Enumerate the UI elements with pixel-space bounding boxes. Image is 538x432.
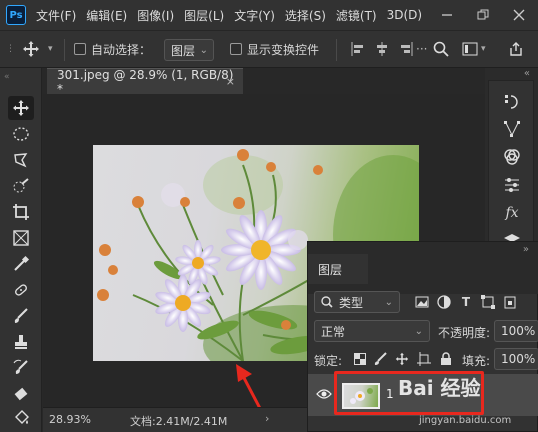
filter-kind-value: 类型 <box>339 295 364 310</box>
minimize-icon[interactable] <box>430 0 464 30</box>
frame-tool-icon[interactable] <box>8 226 34 250</box>
options-bar: ⋮ ▾ 自动选择： 图层 ⌄ 显示变换控件 ··· ▾ <box>0 30 538 68</box>
filter-type-icon[interactable]: T <box>458 294 474 310</box>
collapse-chevron-icon[interactable]: » <box>523 244 529 255</box>
divider <box>64 39 65 61</box>
show-transform-checkbox[interactable]: 显示变换控件 <box>230 31 319 67</box>
watermark-url: jingyan.baidu.com <box>419 415 512 426</box>
align-center-icon[interactable] <box>374 31 390 67</box>
brush-icon[interactable] <box>8 304 34 328</box>
elliptical-marquee-icon[interactable] <box>8 122 34 146</box>
blend-mode-dropdown[interactable]: 正常 ⌄ <box>314 320 430 342</box>
opacity-value: 100% <box>501 324 536 338</box>
auto-select-target-value: 图层 <box>171 43 196 58</box>
filter-pixel-icon[interactable] <box>414 294 430 310</box>
move-tool-icon[interactable] <box>8 96 34 120</box>
layer-filter-dropdown[interactable]: 类型 ⌄ <box>314 291 400 313</box>
fill-label: 填充: <box>462 354 491 368</box>
lock-all-icon[interactable] <box>438 351 454 367</box>
menu-image[interactable]: 图像(I) <box>137 7 174 24</box>
healing-brush-icon[interactable] <box>8 278 34 302</box>
more-options-icon[interactable]: ··· <box>416 31 427 67</box>
align-right-icon[interactable] <box>398 31 414 67</box>
menu-type[interactable]: 文字(Y) <box>234 7 275 24</box>
restore-icon[interactable] <box>466 0 500 30</box>
visibility-eye-icon[interactable] <box>316 388 332 403</box>
divider <box>336 39 337 61</box>
chevron-down-icon: ⌄ <box>199 44 208 56</box>
chevron-down-icon: ⌄ <box>384 296 393 308</box>
options-grip: ⋮ <box>6 44 15 54</box>
menu-file[interactable]: 文件(F) <box>36 7 76 24</box>
menu-3d[interactable]: 3D(D) <box>387 8 422 22</box>
lock-label: 锁定: <box>314 354 343 368</box>
eraser-icon[interactable] <box>8 382 34 406</box>
lock-transparent-icon[interactable] <box>352 351 368 367</box>
menu-select[interactable]: 选择(S) <box>285 7 326 24</box>
share-icon[interactable] <box>508 31 524 67</box>
close-tab-icon[interactable]: × <box>226 75 235 88</box>
clone-stamp-icon[interactable] <box>8 330 34 354</box>
preset-chevron-icon[interactable]: ▾ <box>48 31 53 67</box>
menu-bar: Ps 文件(F) 编辑(E) 图像(I) 图层(L) 文字(Y) 选择(S) 滤… <box>0 0 538 30</box>
document-size: 文档:2.41M/2.41M <box>130 415 228 428</box>
document-tab-bar: 301.jpeg @ 28.9% (1, RGB/8) * × <box>43 67 485 96</box>
collapse-chevron-icon[interactable]: « <box>4 72 10 82</box>
search-icon <box>321 296 333 308</box>
opacity-label: 不透明度: <box>438 326 491 340</box>
layers-panel-header: 图层 » <box>308 242 538 294</box>
paint-bucket-icon[interactable] <box>8 406 34 430</box>
align-left-icon[interactable] <box>350 31 366 67</box>
history-brush-icon[interactable] <box>8 356 34 380</box>
color-panel-icon[interactable] <box>500 145 524 169</box>
tools-panel: « <box>0 68 42 432</box>
filter-smart-object-icon[interactable] <box>502 294 518 310</box>
lock-artboard-icon[interactable] <box>416 351 432 367</box>
photoshop-logo: Ps <box>6 5 26 25</box>
paths-panel-icon[interactable] <box>500 117 524 141</box>
menu-layer[interactable]: 图层(L) <box>184 7 224 24</box>
show-transform-check-box[interactable] <box>230 43 242 55</box>
opacity-field[interactable]: 100% <box>494 320 538 342</box>
history-panel-icon[interactable] <box>500 89 524 113</box>
chevron-down-icon: ⌄ <box>414 325 423 337</box>
fill-field[interactable]: 100% <box>494 348 538 370</box>
filter-shape-icon[interactable] <box>480 294 496 310</box>
close-window-icon[interactable] <box>502 0 536 30</box>
search-icon[interactable] <box>433 31 449 67</box>
auto-select-target-dropdown[interactable]: 图层 ⌄ <box>164 39 214 61</box>
move-tool-preset-icon[interactable] <box>22 31 40 67</box>
crop-icon[interactable] <box>8 200 34 224</box>
show-transform-label: 显示变换控件 <box>247 42 320 57</box>
auto-select-checkbox[interactable]: 自动选择： <box>74 31 151 67</box>
fill-value: 100% <box>501 352 536 366</box>
zoom-level[interactable]: 28.93% <box>49 413 91 426</box>
lock-position-icon[interactable] <box>394 351 410 367</box>
workspace-icon[interactable]: ▾ <box>462 31 486 67</box>
filter-adjustment-icon[interactable] <box>436 294 452 310</box>
menu-filter[interactable]: 滤镜(T) <box>336 7 377 24</box>
chevron-right-icon[interactable]: › <box>265 412 269 425</box>
auto-select-check-box[interactable] <box>74 43 86 55</box>
layers-tab[interactable]: 图层 <box>308 254 368 284</box>
chevron-down-icon: ▾ <box>481 44 486 54</box>
adjustments-panel-icon[interactable] <box>500 173 524 197</box>
lasso-icon[interactable] <box>8 148 34 172</box>
menu-edit[interactable]: 编辑(E) <box>86 7 127 24</box>
baidu-jingyan-watermark: Bai 经验 <box>398 376 481 400</box>
lock-image-brush-icon[interactable] <box>372 351 388 367</box>
eyedropper-icon[interactable] <box>8 252 34 276</box>
document-tab-title: 301.jpeg @ 28.9% (1, RGB/8) * <box>57 67 234 96</box>
collapse-chevron-icon[interactable]: « <box>524 68 530 79</box>
blend-mode-value: 正常 <box>321 324 346 339</box>
styles-fx-icon[interactable]: fx <box>500 201 524 225</box>
auto-select-label: 自动选择： <box>91 42 152 57</box>
document-tab[interactable]: 301.jpeg @ 28.9% (1, RGB/8) * × <box>47 67 243 96</box>
quick-selection-icon[interactable] <box>8 174 34 198</box>
